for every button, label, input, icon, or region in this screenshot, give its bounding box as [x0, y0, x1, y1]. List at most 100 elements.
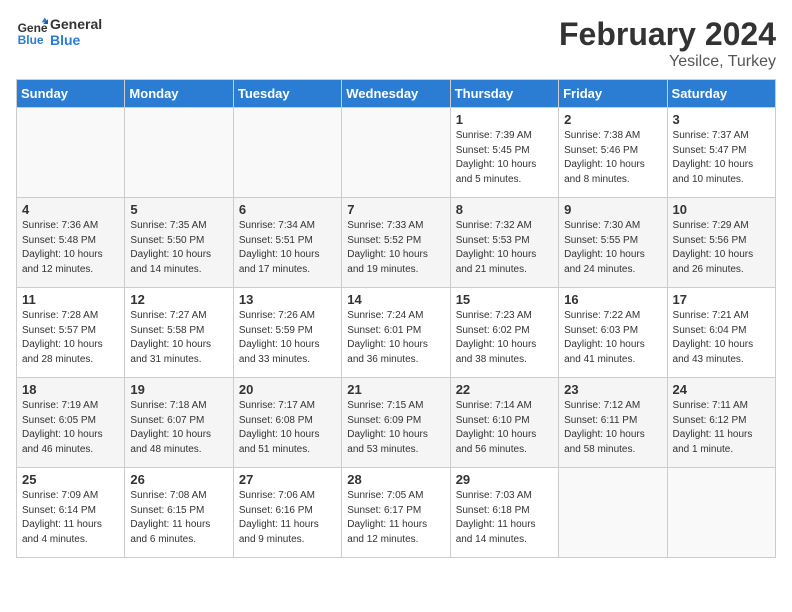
day-info: Sunrise: 7:24 AMSunset: 6:01 PMDaylight:… — [347, 309, 444, 367]
day-number: 9 — [564, 202, 661, 217]
calendar-cell: 5 Sunrise: 7:35 AMSunset: 5:50 PMDaylight… — [125, 198, 233, 288]
day-info: Sunrise: 7:34 AMSunset: 5:51 PMDaylight:… — [239, 219, 336, 277]
day-info: Sunrise: 7:32 AMSunset: 5:53 PMDaylight:… — [456, 219, 553, 277]
day-number: 5 — [130, 202, 227, 217]
calendar-cell — [342, 108, 450, 198]
calendar-cell — [17, 108, 125, 198]
calendar-cell: 25 Sunrise: 7:09 AMSunset: 6:14 PMDayligh… — [17, 468, 125, 558]
calendar-week-3: 11Sunrise: 7:28 AMSunset: 5:57 PMDayligh… — [17, 288, 776, 378]
calendar-cell: 7 Sunrise: 7:33 AMSunset: 5:52 PMDaylight… — [342, 198, 450, 288]
weekday-header-wednesday: Wednesday — [342, 80, 450, 108]
day-info: Sunrise: 7:12 AMSunset: 6:11 PMDaylight:… — [564, 399, 661, 457]
day-number: 18 — [22, 382, 119, 397]
weekday-header-monday: Monday — [125, 80, 233, 108]
weekday-header-saturday: Saturday — [667, 80, 775, 108]
calendar-cell: 28 Sunrise: 7:05 AMSunset: 6:17 PMDayligh… — [342, 468, 450, 558]
day-info: Sunrise: 7:38 AMSunset: 5:46 PMDaylight:… — [564, 129, 661, 187]
day-number: 12 — [130, 292, 227, 307]
day-info: Sunrise: 7:08 AMSunset: 6:15 PMDaylight:… — [130, 489, 227, 547]
calendar-cell — [667, 468, 775, 558]
day-number: 13 — [239, 292, 336, 307]
day-info: Sunrise: 7:35 AMSunset: 5:50 PMDaylight:… — [130, 219, 227, 277]
calendar-cell: 11Sunrise: 7:28 AMSunset: 5:57 PMDayligh… — [17, 288, 125, 378]
day-info: Sunrise: 7:26 AMSunset: 5:59 PMDaylight:… — [239, 309, 336, 367]
logo-name-line1: General — [50, 16, 102, 32]
calendar-cell: 26 Sunrise: 7:08 AMSunset: 6:15 PMDayligh… — [125, 468, 233, 558]
day-number: 8 — [456, 202, 553, 217]
day-number: 24 — [673, 382, 770, 397]
calendar-week-4: 18 Sunrise: 7:19 AMSunset: 6:05 PMDayligh… — [17, 378, 776, 468]
day-info: Sunrise: 7:30 AMSunset: 5:55 PMDaylight:… — [564, 219, 661, 277]
calendar-cell: 10 Sunrise: 7:29 AMSunset: 5:56 PMDayligh… — [667, 198, 775, 288]
day-number: 16 — [564, 292, 661, 307]
day-number: 1 — [456, 112, 553, 127]
day-info: Sunrise: 7:36 AMSunset: 5:48 PMDaylight:… — [22, 219, 119, 277]
calendar-week-1: 1Sunrise: 7:39 AMSunset: 5:45 PMDaylight… — [17, 108, 776, 198]
calendar-cell — [125, 108, 233, 198]
title-block: February 2024 Yesilce, Turkey — [559, 16, 776, 71]
month-title: February 2024 — [559, 16, 776, 53]
day-info: Sunrise: 7:06 AMSunset: 6:16 PMDaylight:… — [239, 489, 336, 547]
calendar-cell: 29Sunrise: 7:03 AMSunset: 6:18 PMDayligh… — [450, 468, 558, 558]
day-info: Sunrise: 7:33 AMSunset: 5:52 PMDaylight:… — [347, 219, 444, 277]
calendar-cell: 13 Sunrise: 7:26 AMSunset: 5:59 PMDayligh… — [233, 288, 341, 378]
day-info: Sunrise: 7:19 AMSunset: 6:05 PMDaylight:… — [22, 399, 119, 457]
calendar-cell — [233, 108, 341, 198]
calendar-cell: 12Sunrise: 7:27 AMSunset: 5:58 PMDayligh… — [125, 288, 233, 378]
day-number: 7 — [347, 202, 444, 217]
day-info: Sunrise: 7:21 AMSunset: 6:04 PMDaylight:… — [673, 309, 770, 367]
calendar-body: 1Sunrise: 7:39 AMSunset: 5:45 PMDaylight… — [17, 108, 776, 558]
calendar-cell: 27 Sunrise: 7:06 AMSunset: 6:16 PMDayligh… — [233, 468, 341, 558]
calendar-cell: 16Sunrise: 7:22 AMSunset: 6:03 PMDayligh… — [559, 288, 667, 378]
weekday-header-thursday: Thursday — [450, 80, 558, 108]
day-info: Sunrise: 7:23 AMSunset: 6:02 PMDaylight:… — [456, 309, 553, 367]
day-number: 25 — [22, 472, 119, 487]
weekday-header-tuesday: Tuesday — [233, 80, 341, 108]
calendar-cell: 3 Sunrise: 7:37 AMSunset: 5:47 PMDaylight… — [667, 108, 775, 198]
location-title: Yesilce, Turkey — [559, 53, 776, 71]
calendar-cell: 4 Sunrise: 7:36 AMSunset: 5:48 PMDaylight… — [17, 198, 125, 288]
calendar-table: SundayMondayTuesdayWednesdayThursdayFrid… — [16, 79, 776, 558]
day-info: Sunrise: 7:37 AMSunset: 5:47 PMDaylight:… — [673, 129, 770, 187]
calendar-week-5: 25 Sunrise: 7:09 AMSunset: 6:14 PMDayligh… — [17, 468, 776, 558]
day-number: 3 — [673, 112, 770, 127]
logo-name-line2: Blue — [50, 32, 102, 48]
day-number: 21 — [347, 382, 444, 397]
day-info: Sunrise: 7:15 AMSunset: 6:09 PMDaylight:… — [347, 399, 444, 457]
calendar-cell: 21 Sunrise: 7:15 AMSunset: 6:09 PMDayligh… — [342, 378, 450, 468]
day-number: 22 — [456, 382, 553, 397]
day-info: Sunrise: 7:17 AMSunset: 6:08 PMDaylight:… — [239, 399, 336, 457]
day-number: 4 — [22, 202, 119, 217]
calendar-cell: 14 Sunrise: 7:24 AMSunset: 6:01 PMDayligh… — [342, 288, 450, 378]
calendar-cell: 18 Sunrise: 7:19 AMSunset: 6:05 PMDayligh… — [17, 378, 125, 468]
day-info: Sunrise: 7:05 AMSunset: 6:17 PMDaylight:… — [347, 489, 444, 547]
day-info: Sunrise: 7:11 AMSunset: 6:12 PMDaylight:… — [673, 399, 770, 457]
calendar-cell: 23 Sunrise: 7:12 AMSunset: 6:11 PMDayligh… — [559, 378, 667, 468]
day-number: 14 — [347, 292, 444, 307]
calendar-cell: 1Sunrise: 7:39 AMSunset: 5:45 PMDaylight… — [450, 108, 558, 198]
calendar-cell: 20 Sunrise: 7:17 AMSunset: 6:08 PMDayligh… — [233, 378, 341, 468]
day-number: 20 — [239, 382, 336, 397]
day-number: 10 — [673, 202, 770, 217]
day-number: 28 — [347, 472, 444, 487]
calendar-cell: 19Sunrise: 7:18 AMSunset: 6:07 PMDayligh… — [125, 378, 233, 468]
day-info: Sunrise: 7:18 AMSunset: 6:07 PMDaylight:… — [130, 399, 227, 457]
weekday-header-row: SundayMondayTuesdayWednesdayThursdayFrid… — [17, 80, 776, 108]
logo: General Blue General Blue — [16, 16, 102, 48]
day-info: Sunrise: 7:29 AMSunset: 5:56 PMDaylight:… — [673, 219, 770, 277]
calendar-cell: 17 Sunrise: 7:21 AMSunset: 6:04 PMDayligh… — [667, 288, 775, 378]
day-info: Sunrise: 7:09 AMSunset: 6:14 PMDaylight:… — [22, 489, 119, 547]
calendar-cell: 9 Sunrise: 7:30 AMSunset: 5:55 PMDaylight… — [559, 198, 667, 288]
day-number: 2 — [564, 112, 661, 127]
page-header: General Blue General Blue February 2024 … — [16, 16, 776, 71]
day-number: 11 — [22, 292, 119, 307]
day-info: Sunrise: 7:03 AMSunset: 6:18 PMDaylight:… — [456, 489, 553, 547]
day-number: 23 — [564, 382, 661, 397]
day-number: 17 — [673, 292, 770, 307]
day-number: 26 — [130, 472, 227, 487]
calendar-cell: 6 Sunrise: 7:34 AMSunset: 5:51 PMDaylight… — [233, 198, 341, 288]
day-number: 6 — [239, 202, 336, 217]
calendar-cell: 8 Sunrise: 7:32 AMSunset: 5:53 PMDaylight… — [450, 198, 558, 288]
day-number: 27 — [239, 472, 336, 487]
calendar-cell: 22Sunrise: 7:14 AMSunset: 6:10 PMDayligh… — [450, 378, 558, 468]
